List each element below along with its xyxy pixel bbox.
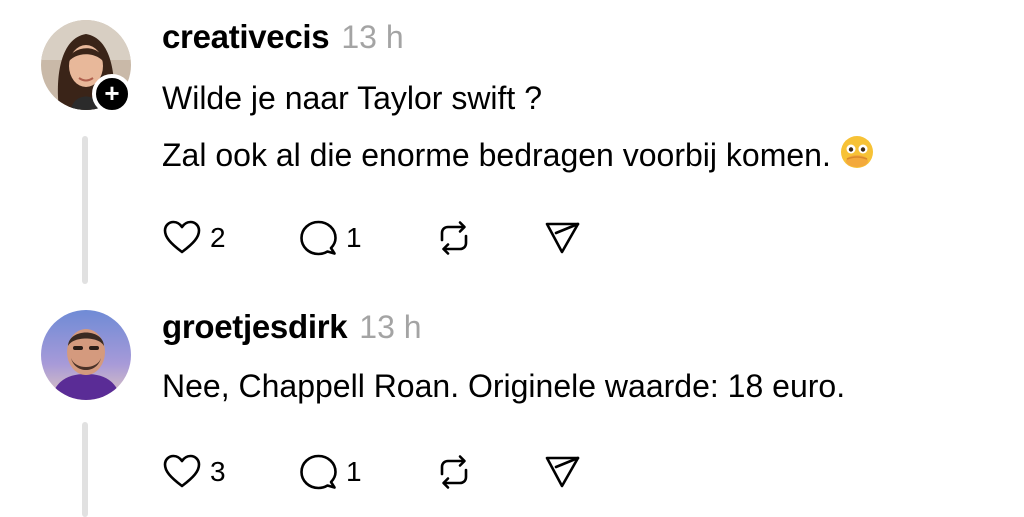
post-header: groetjesdirk 13 h xyxy=(162,308,422,346)
post-creativecis: + creativecis 13 h Wilde je naar Taylor s… xyxy=(0,0,1024,290)
post-text-line: Nee, Chappell Roan. Originele waarde: 18… xyxy=(162,368,846,404)
repost-button[interactable] xyxy=(434,452,474,492)
share-button[interactable] xyxy=(542,218,582,258)
repost-icon xyxy=(440,221,468,255)
share-button[interactable] xyxy=(542,452,582,492)
repost-icon xyxy=(440,455,468,489)
face-with-hand-over-mouth-icon xyxy=(839,134,875,170)
send-icon xyxy=(545,222,580,254)
post-groetjesdirk: groetjesdirk 13 h Nee, Chappell Roan. Ori… xyxy=(0,290,1024,517)
follow-plus-icon[interactable]: + xyxy=(92,74,132,114)
comment-icon xyxy=(300,220,337,256)
send-icon xyxy=(545,456,580,488)
timestamp: 13 h xyxy=(359,309,422,345)
reply-count: 1 xyxy=(346,456,362,487)
reply-count: 1 xyxy=(346,222,362,253)
username[interactable]: creativecis xyxy=(162,18,330,55)
like-button[interactable]: 2 xyxy=(162,218,226,258)
like-count: 2 xyxy=(210,222,226,253)
post-text-line: Wilde je naar Taylor swift ? xyxy=(162,80,542,116)
reply-button[interactable]: 1 xyxy=(298,218,362,258)
reply-button[interactable]: 1 xyxy=(298,452,362,492)
post-text-line: Zal ook al die enorme bedragen voorbij k… xyxy=(162,134,875,174)
like-count: 3 xyxy=(210,456,226,487)
post-header: creativecis 13 h xyxy=(162,18,404,56)
username[interactable]: groetjesdirk xyxy=(162,308,348,345)
heart-icon xyxy=(163,454,201,488)
thread-line xyxy=(82,422,88,517)
heart-icon xyxy=(163,220,201,254)
repost-button[interactable] xyxy=(434,218,474,258)
avatar[interactable] xyxy=(41,310,131,400)
thread-line xyxy=(82,136,88,284)
timestamp: 13 h xyxy=(341,19,404,55)
comment-icon xyxy=(300,454,337,490)
like-button[interactable]: 3 xyxy=(162,452,226,492)
